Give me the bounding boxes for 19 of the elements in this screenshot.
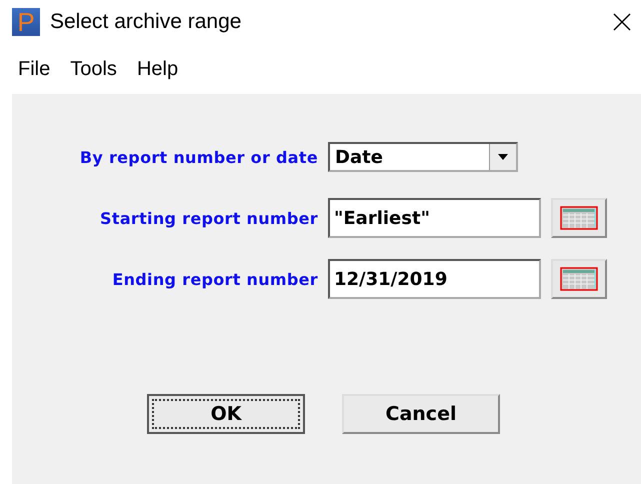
dropdown[interactable]: Date [328, 142, 518, 172]
input-field[interactable]: "Earliest" [328, 198, 541, 238]
input-field[interactable]: 12/31/2019 [328, 259, 541, 299]
app-icon: P [12, 8, 40, 36]
dialog-button[interactable]: Cancel [342, 394, 500, 434]
close-icon[interactable] [613, 13, 631, 31]
calendar-button[interactable] [551, 198, 607, 238]
window-title: Select archive range [50, 10, 242, 34]
menu-item[interactable]: File [18, 58, 50, 80]
field-label: Ending report number [111, 270, 319, 288]
field-label: Starting report number [99, 208, 319, 228]
calendar-button[interactable] [551, 259, 607, 299]
calendar-icon [560, 267, 598, 291]
field-label: By report number or date [78, 148, 319, 166]
menu-item[interactable]: Tools [70, 58, 117, 80]
calendar-icon [560, 206, 598, 230]
caret-icon [498, 154, 508, 160]
menu-item[interactable]: Help [136, 58, 178, 80]
dialog-button[interactable]: OK [147, 394, 305, 434]
